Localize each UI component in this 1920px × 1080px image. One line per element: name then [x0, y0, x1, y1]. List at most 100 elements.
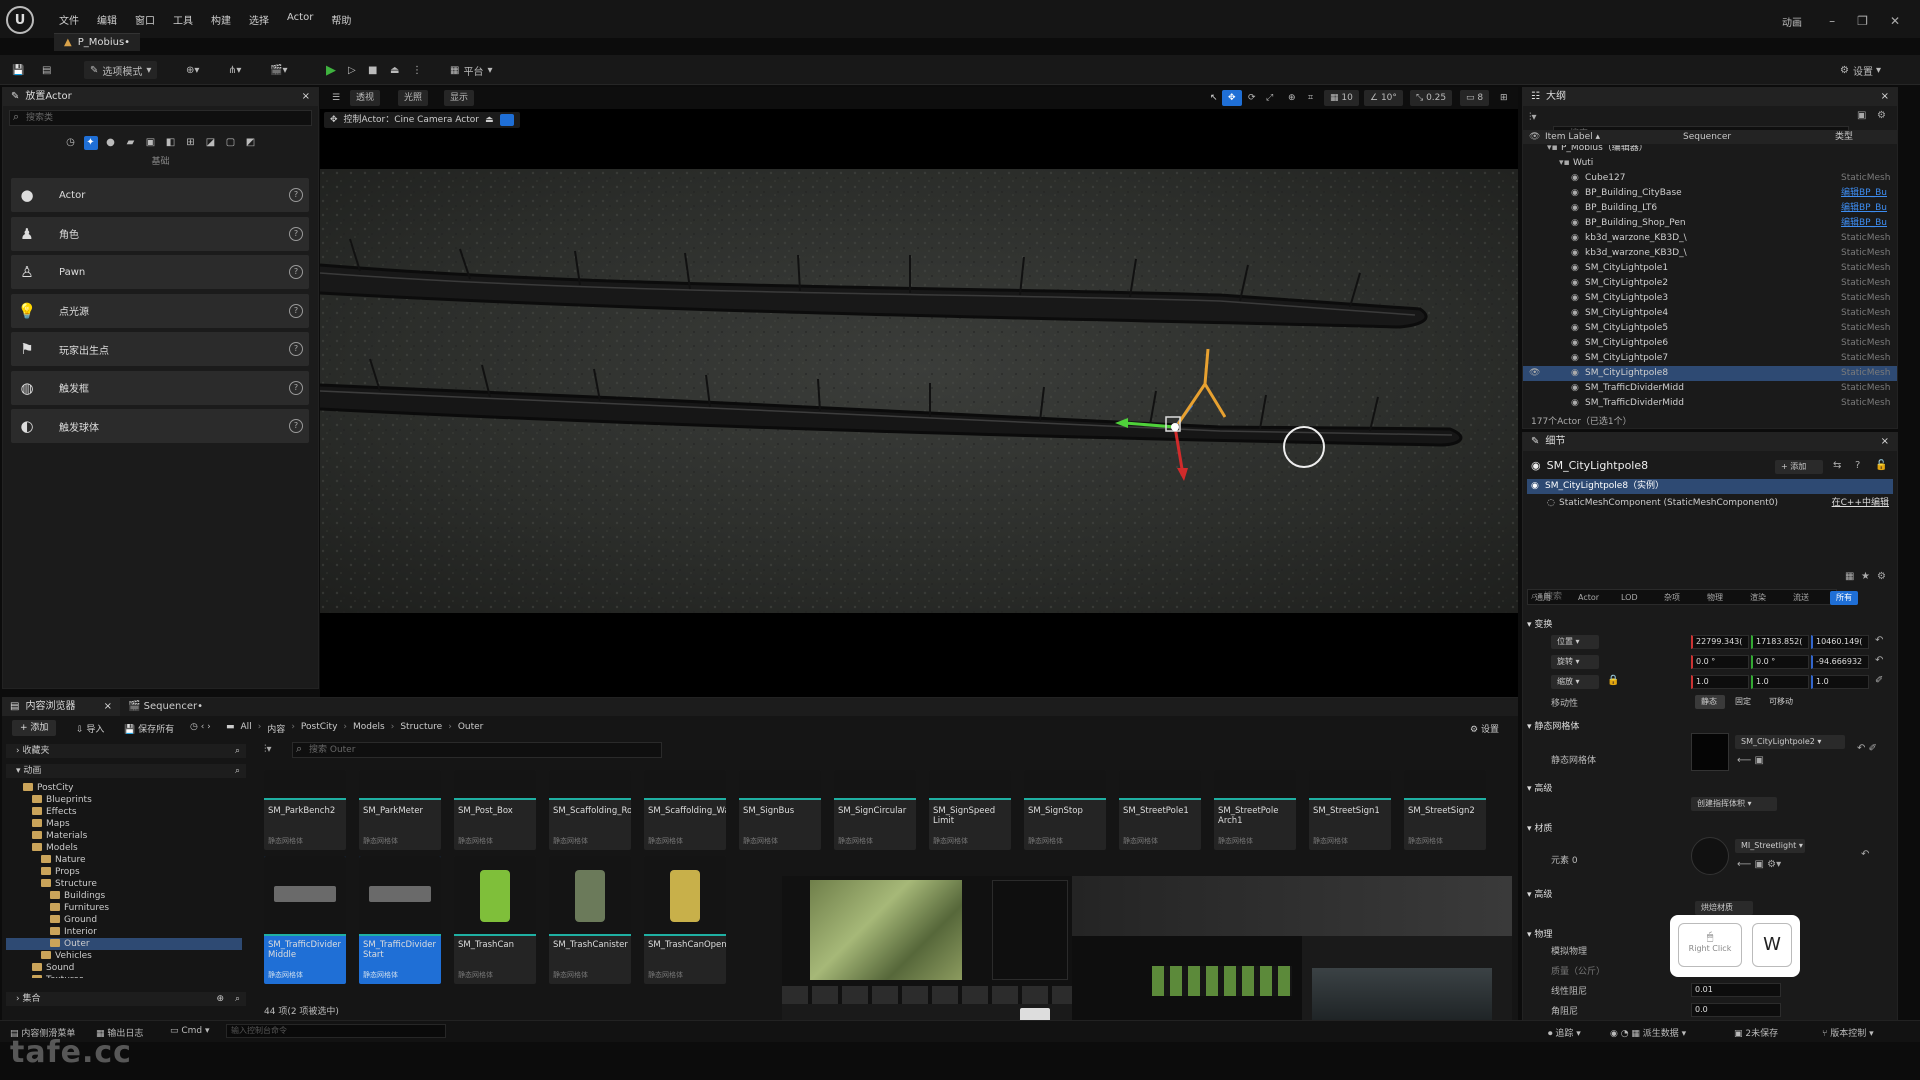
select-mode-icon[interactable]: ↖: [1204, 90, 1224, 106]
reset-icon[interactable]: ↶: [1861, 849, 1869, 860]
lock-icon[interactable]: 🔓: [1875, 460, 1887, 471]
search-icon[interactable]: ⌕: [235, 992, 240, 1006]
breadcrumb-item[interactable]: Models: [353, 722, 385, 735]
outliner-row[interactable]: ◉ SM_CityLightpole3 StaticMesh: [1523, 291, 1897, 306]
outliner-row[interactable]: ◉ SM_TrafficDividerMidd StaticMesh: [1523, 396, 1897, 411]
menu-item[interactable]: 工具: [164, 12, 202, 27]
folder-item[interactable]: Vehicles: [6, 950, 242, 962]
scale-snap-button[interactable]: ⤡ 0.25: [1410, 90, 1453, 106]
instance-row[interactable]: ◉ SM_CityLightpole8（实例）: [1527, 479, 1893, 494]
platform-button[interactable]: ▦ 平台 ▾: [450, 61, 492, 79]
outliner-row-type[interactable]: 编辑BP_Bu: [1841, 201, 1887, 216]
show-button[interactable]: 显示: [444, 90, 475, 106]
menu-item[interactable]: 选择: [240, 12, 278, 27]
col-sequencer[interactable]: Sequencer: [1683, 130, 1731, 144]
actor-item[interactable]: 💡 点光源?: [11, 293, 309, 328]
folder-item[interactable]: Materials: [6, 830, 242, 842]
translate-icon[interactable]: ✥: [1222, 90, 1242, 106]
viewport-menu-icon[interactable]: ☰: [326, 90, 346, 106]
asset-tile[interactable]: SM_ParkBench2 静态网格体: [264, 770, 346, 850]
step-icon[interactable]: ▷: [348, 61, 356, 79]
add-actor-icon[interactable]: ⊕▾: [186, 61, 199, 79]
outliner-row[interactable]: ◉ kb3d_warzone_KB3D_\ StaticMesh: [1523, 231, 1897, 246]
filter-tab[interactable]: 物理: [1701, 591, 1729, 605]
actor-item[interactable]: ● Actor?: [11, 178, 309, 212]
transform-section[interactable]: ▾ 变换: [1527, 617, 1893, 631]
asset-tile[interactable]: SM_TrafficDivider Start 静态网格体: [359, 856, 441, 984]
surface-snap-icon[interactable]: ⌗: [1302, 90, 1319, 106]
pick-icon[interactable]: ✐: [1875, 675, 1883, 686]
folder-item[interactable]: Outer: [6, 938, 242, 950]
menu-item[interactable]: Actor: [278, 12, 322, 27]
folder-item[interactable]: Effects: [6, 806, 242, 818]
folder-item[interactable]: Models: [6, 842, 242, 854]
breadcrumb-item[interactable]: PostCity: [301, 722, 337, 735]
filter-tab[interactable]: 所有: [1830, 591, 1858, 605]
scale-z-field[interactable]: 1.0: [1811, 675, 1869, 689]
eject-icon[interactable]: ⏏: [390, 61, 399, 79]
level-tab[interactable]: ▲ P_Mobius•: [54, 33, 141, 51]
asset-tile[interactable]: SM_StreetSign1 静态网格体: [1309, 770, 1391, 850]
create-volume-button[interactable]: 创建指挥体积 ▾: [1691, 797, 1777, 811]
browse-icon[interactable]: ⟵ ▣: [1737, 755, 1764, 766]
add-component-button[interactable]: + 添加: [1775, 460, 1823, 474]
menu-item[interactable]: 文件: [50, 12, 88, 27]
level-viewport[interactable]: ☰ 透视 光照 显示 ↖ ✥ ⟳ ⤢ ⊕ ⌗ ▦ 10 ∠ 10° ⤡ 0.25…: [320, 87, 1518, 697]
help-icon[interactable]: ?: [289, 265, 303, 279]
mobility-stationary[interactable]: 固定: [1729, 695, 1759, 709]
folder-item[interactable]: Maps: [6, 818, 242, 830]
material-browse-icon[interactable]: ⟵ ▣ ⚙▾: [1737, 859, 1781, 870]
derived-data-button[interactable]: ◉ ◔ ▦ 派生数据 ▾: [1610, 1026, 1686, 1039]
camera-speed-button[interactable]: ▭ 8: [1460, 90, 1490, 106]
close-button[interactable]: ✕: [1890, 14, 1900, 28]
add-asset-button[interactable]: + 添加: [12, 720, 57, 736]
bake-material-button[interactable]: 烘焙材质: [1695, 901, 1753, 915]
folder-item[interactable]: Sound: [6, 962, 242, 974]
asset-tile[interactable]: SM_Scaffolding_Roof 静态网格体: [549, 770, 631, 850]
place-actors-search[interactable]: 搜索类: [9, 110, 312, 126]
console-input[interactable]: 输入控制台命令: [226, 1024, 446, 1038]
folder-item[interactable]: PostCity: [6, 782, 242, 794]
asset-tile[interactable]: SM_SignSpeed Limit 静态网格体: [929, 770, 1011, 850]
history-icon[interactable]: ◷ ‹ ›: [190, 722, 211, 732]
component-row[interactable]: ◌ StaticMeshComponent (StaticMeshComponen…: [1527, 496, 1893, 511]
extra-icon[interactable]: ◩: [244, 136, 258, 150]
outliner-settings-icon[interactable]: ⚙: [1877, 110, 1886, 121]
materials-section[interactable]: ▾ 材质: [1527, 821, 1893, 835]
source-control-button[interactable]: ⑂ 版本控制 ▾: [1822, 1026, 1874, 1039]
help-icon[interactable]: ?: [289, 303, 303, 318]
asset-tile[interactable]: SM_ParkMeter 静态网格体: [359, 770, 441, 850]
search-icon[interactable]: ⌕: [235, 744, 240, 758]
actor-item[interactable]: ♙ Pawn?: [11, 255, 309, 289]
outliner-row-type[interactable]: 编辑BP_Bu: [1841, 186, 1887, 201]
volumes-icon[interactable]: ⊞: [184, 136, 198, 150]
visual-effects-icon[interactable]: ◧: [164, 136, 178, 150]
save-all-button[interactable]: 💾 保存所有: [124, 722, 174, 735]
help-icon[interactable]: ?: [289, 342, 303, 356]
outliner-row[interactable]: ◉ SM_CityLightpole1 StaticMesh: [1523, 261, 1897, 276]
location-y-field[interactable]: 17183.852(: [1751, 635, 1809, 649]
asset-search[interactable]: 搜索 Outer: [292, 742, 662, 758]
outliner-row-type[interactable]: 编辑BP_Bu: [1841, 216, 1887, 231]
all-classes-icon[interactable]: ▢: [224, 136, 238, 150]
reset-icon[interactable]: ↶: [1875, 635, 1883, 646]
rotation-x-field[interactable]: 0.0 °: [1691, 655, 1749, 669]
col-item-label[interactable]: Item Label ▴: [1545, 130, 1600, 144]
filter-tab[interactable]: Actor: [1572, 591, 1605, 605]
folder-item[interactable]: Interior: [6, 926, 242, 938]
menu-item[interactable]: 帮助: [322, 12, 360, 27]
shapes-icon[interactable]: ▰: [124, 136, 138, 150]
minimize-button[interactable]: –: [1829, 14, 1835, 28]
sequencer-tab[interactable]: 🎬 Sequencer•: [128, 701, 203, 712]
scale-icon[interactable]: ⤢: [1260, 90, 1279, 106]
outliner-row[interactable]: ◉ SM_CityLightpole5 StaticMesh: [1523, 321, 1897, 336]
reset-icon[interactable]: ↶: [1875, 655, 1883, 666]
asset-tile[interactable]: SM_SignStop 静态网格体: [1024, 770, 1106, 850]
mobility-movable[interactable]: 可移动: [1763, 695, 1799, 709]
close-icon[interactable]: ×: [1881, 433, 1889, 451]
asset-tile[interactable]: SM_SignBus 静态网格体: [739, 770, 821, 850]
outliner-row[interactable]: ▾▪ P_Mobius（编辑器）: [1523, 145, 1897, 156]
content-settings-button[interactable]: ⚙ 设置: [1470, 722, 1499, 735]
asset-tile[interactable]: SM_TrashCanOpen 静态网格体: [644, 856, 726, 984]
asset-tile[interactable]: SM_TrafficDivider Middle 静态网格体: [264, 856, 346, 984]
